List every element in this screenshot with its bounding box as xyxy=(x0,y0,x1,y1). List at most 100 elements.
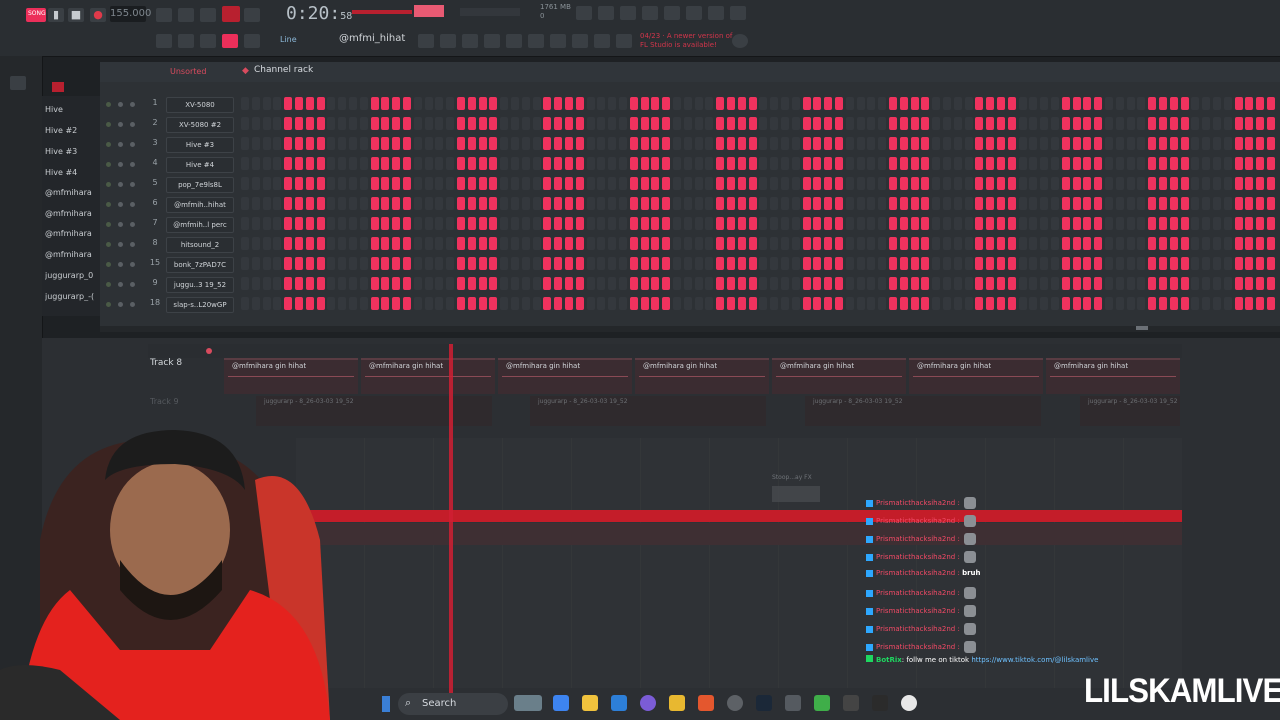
step-button[interactable] xyxy=(683,157,692,170)
step-button[interactable] xyxy=(511,177,519,190)
step-button[interactable] xyxy=(1018,237,1027,250)
step-button[interactable] xyxy=(867,117,876,130)
step-button[interactable] xyxy=(1148,297,1157,310)
step-button[interactable] xyxy=(759,157,768,170)
step-button[interactable] xyxy=(597,257,606,270)
step-button[interactable] xyxy=(1018,297,1027,310)
step-button[interactable] xyxy=(1245,197,1254,210)
step-button[interactable] xyxy=(1126,257,1135,270)
step-button[interactable] xyxy=(457,137,465,150)
step-button[interactable] xyxy=(435,297,444,310)
step-button[interactable] xyxy=(975,117,984,130)
step-button[interactable] xyxy=(478,297,487,310)
step-button[interactable] xyxy=(1169,117,1178,130)
step-button[interactable] xyxy=(673,297,681,310)
step-button[interactable] xyxy=(1051,177,1059,190)
step-button[interactable] xyxy=(651,97,660,110)
step-button[interactable] xyxy=(889,157,897,170)
step-button[interactable] xyxy=(1202,97,1211,110)
step-button[interactable] xyxy=(251,157,260,170)
step-button[interactable] xyxy=(1083,157,1092,170)
step-button[interactable] xyxy=(1115,237,1124,250)
track-mute-icon[interactable] xyxy=(206,348,212,354)
step-button[interactable] xyxy=(1256,297,1265,310)
step-button[interactable] xyxy=(457,157,465,170)
step-button[interactable] xyxy=(565,217,573,230)
step-button[interactable] xyxy=(370,177,379,190)
step-button[interactable] xyxy=(424,237,433,250)
step-button[interactable] xyxy=(770,157,779,170)
step-button[interactable] xyxy=(467,237,476,250)
step-button[interactable] xyxy=(748,277,757,290)
channel-name-button[interactable]: slap-s..L20wGP xyxy=(166,297,234,313)
step-button[interactable] xyxy=(640,217,649,230)
plugin-db-icon[interactable] xyxy=(528,34,544,48)
step-button[interactable] xyxy=(597,97,606,110)
step-button[interactable] xyxy=(835,197,843,210)
step-button[interactable] xyxy=(1245,277,1254,290)
step-button[interactable] xyxy=(986,177,995,190)
step-button[interactable] xyxy=(791,297,800,310)
step-button[interactable] xyxy=(305,137,314,150)
update-icon[interactable] xyxy=(732,34,748,48)
playlist-clip-faded[interactable]: juggurarp - 8_26-03-03 19_52 xyxy=(805,396,1041,426)
channel-name-button[interactable]: hitsound_2 xyxy=(166,237,234,253)
step-button[interactable] xyxy=(899,117,908,130)
step-button[interactable] xyxy=(575,177,584,190)
step-button[interactable] xyxy=(392,137,401,150)
step-button[interactable] xyxy=(500,97,509,110)
step-button[interactable] xyxy=(1234,157,1243,170)
step-button[interactable] xyxy=(705,237,714,250)
step-button[interactable] xyxy=(359,197,368,210)
step-button[interactable] xyxy=(1234,257,1243,270)
step-button[interactable] xyxy=(478,157,487,170)
step-button[interactable] xyxy=(489,197,498,210)
channel-led-icon[interactable] xyxy=(106,182,111,187)
step-button[interactable] xyxy=(694,177,703,190)
step-button[interactable] xyxy=(867,237,876,250)
step-button[interactable] xyxy=(727,237,735,250)
channel-led-icon[interactable] xyxy=(106,262,111,267)
step-button[interactable] xyxy=(1159,297,1167,310)
step-button[interactable] xyxy=(1223,117,1232,130)
step-button[interactable] xyxy=(932,197,941,210)
step-button[interactable] xyxy=(305,217,314,230)
channel-pan-knob[interactable] xyxy=(118,302,123,307)
step-button[interactable] xyxy=(1007,97,1016,110)
step-button[interactable] xyxy=(845,157,854,170)
step-button[interactable] xyxy=(1159,237,1167,250)
step-button[interactable] xyxy=(1169,157,1178,170)
step-button[interactable] xyxy=(997,117,1005,130)
step-button[interactable] xyxy=(932,217,941,230)
step-button[interactable] xyxy=(392,97,401,110)
step-button[interactable] xyxy=(1169,217,1178,230)
step-button[interactable] xyxy=(370,197,379,210)
step-button[interactable] xyxy=(813,157,822,170)
step-button[interactable] xyxy=(964,237,973,250)
step-button[interactable] xyxy=(1105,197,1113,210)
step-button[interactable] xyxy=(878,277,887,290)
step-button[interactable] xyxy=(597,117,606,130)
step-button[interactable] xyxy=(554,237,563,250)
step-button[interactable] xyxy=(295,177,303,190)
step-button[interactable] xyxy=(1061,257,1070,270)
step-button[interactable] xyxy=(338,197,347,210)
step-button[interactable] xyxy=(446,117,455,130)
step-button[interactable] xyxy=(1007,237,1016,250)
step-button[interactable] xyxy=(1267,137,1275,150)
step-button[interactable] xyxy=(921,137,930,150)
step-button[interactable] xyxy=(824,117,833,130)
step-button[interactable] xyxy=(759,177,768,190)
step-button[interactable] xyxy=(403,177,411,190)
plugin-picker-icon[interactable] xyxy=(550,34,566,48)
step-button[interactable] xyxy=(748,297,757,310)
step-button[interactable] xyxy=(554,117,563,130)
step-button[interactable] xyxy=(597,177,606,190)
step-button[interactable] xyxy=(565,157,573,170)
step-button[interactable] xyxy=(521,257,530,270)
tool-icon[interactable] xyxy=(785,695,801,711)
step-button[interactable] xyxy=(554,217,563,230)
step-button[interactable] xyxy=(327,257,336,270)
step-button[interactable] xyxy=(1072,237,1081,250)
step-button[interactable] xyxy=(1180,257,1189,270)
